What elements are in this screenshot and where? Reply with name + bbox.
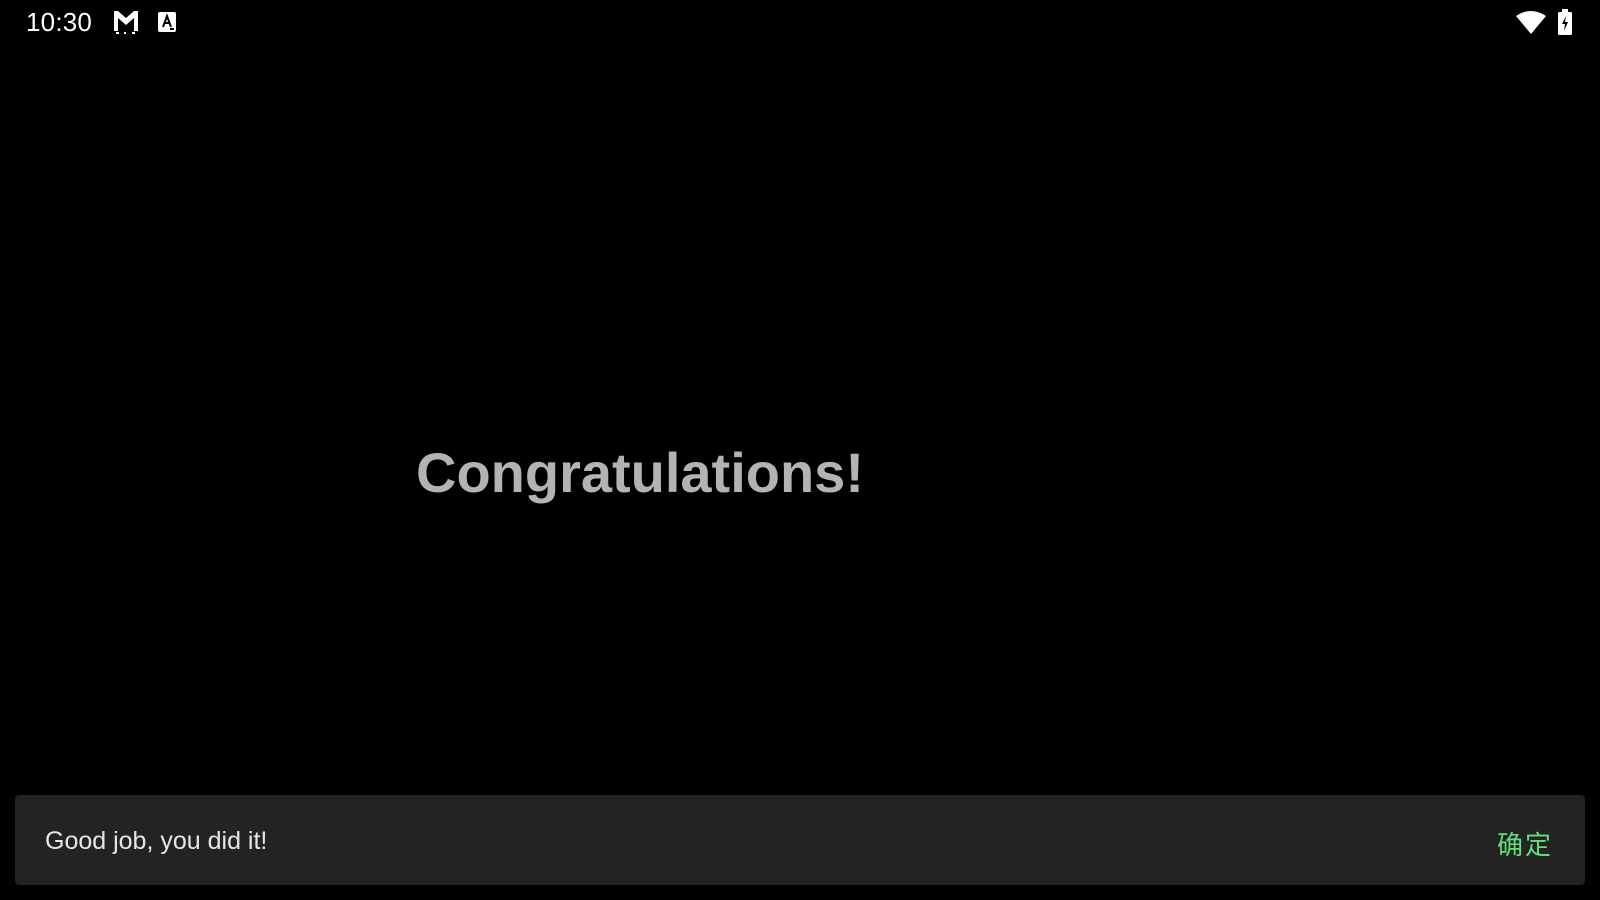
confirm-button[interactable]: 确定 [1497, 825, 1553, 862]
battery-charging-icon [1558, 9, 1572, 35]
wifi-icon [1516, 11, 1546, 34]
snackbar: Good job, you did it! 确定 [15, 795, 1585, 885]
status-time: 10:30 [26, 7, 93, 37]
status-bar: 10:30 [0, 0, 1600, 44]
gmail-icon [114, 11, 138, 34]
app-screen: 10:30 Congratulations! Good job, you did… [0, 0, 1600, 900]
keyboard-icon [158, 12, 176, 32]
congratulations-heading: Congratulations! [416, 441, 864, 504]
snackbar-message: Good job, you did it! [45, 827, 268, 855]
